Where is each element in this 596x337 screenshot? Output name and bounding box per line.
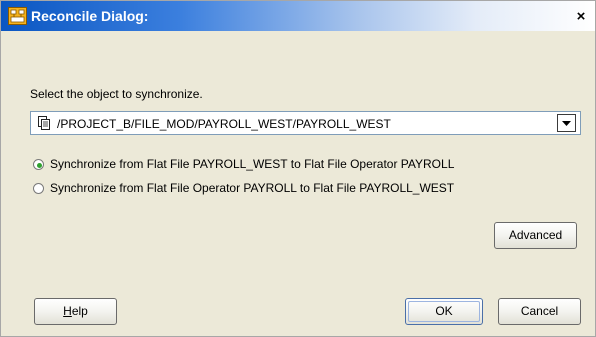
- radio-option-label: Synchronize from Flat File PAYROLL_WEST …: [50, 157, 455, 171]
- help-button[interactable]: Help: [34, 298, 117, 325]
- radio-option-label: Synchronize from Flat File Operator PAYR…: [50, 181, 455, 195]
- cancel-button[interactable]: Cancel: [498, 298, 581, 325]
- chevron-down-icon: [562, 121, 571, 126]
- select-object-label: Select the object to synchronize.: [30, 87, 203, 101]
- radio-button-selected[interactable]: [33, 159, 44, 170]
- ok-button[interactable]: OK: [405, 298, 483, 325]
- advanced-button[interactable]: Advanced: [494, 222, 577, 249]
- radio-selected-dot: [37, 163, 42, 168]
- close-button[interactable]: ×: [574, 9, 588, 24]
- help-mnemonic: H: [63, 304, 72, 318]
- dropdown-button[interactable]: [557, 114, 576, 132]
- dialog-title: Reconcile Dialog:: [31, 8, 149, 24]
- radio-option-operator-to-file[interactable]: Synchronize from Flat File Operator PAYR…: [33, 181, 563, 199]
- help-label: elp: [71, 304, 88, 318]
- radio-button[interactable]: [33, 183, 44, 194]
- radio-option-file-to-operator[interactable]: Synchronize from Flat File PAYROLL_WEST …: [33, 157, 563, 175]
- object-path-combobox[interactable]: /PROJECT_B/FILE_MOD/PAYROLL_WEST/PAYROLL…: [30, 111, 581, 135]
- ok-label: OK: [435, 304, 453, 318]
- reconcile-dialog: Reconcile Dialog: × Select the object to…: [0, 0, 596, 337]
- title-bar[interactable]: Reconcile Dialog: ×: [1, 1, 595, 31]
- object-path-value: /PROJECT_B/FILE_MOD/PAYROLL_WEST/PAYROLL…: [57, 117, 391, 131]
- warehouse-builder-icon: [8, 7, 27, 25]
- document-copy-icon: [38, 116, 50, 130]
